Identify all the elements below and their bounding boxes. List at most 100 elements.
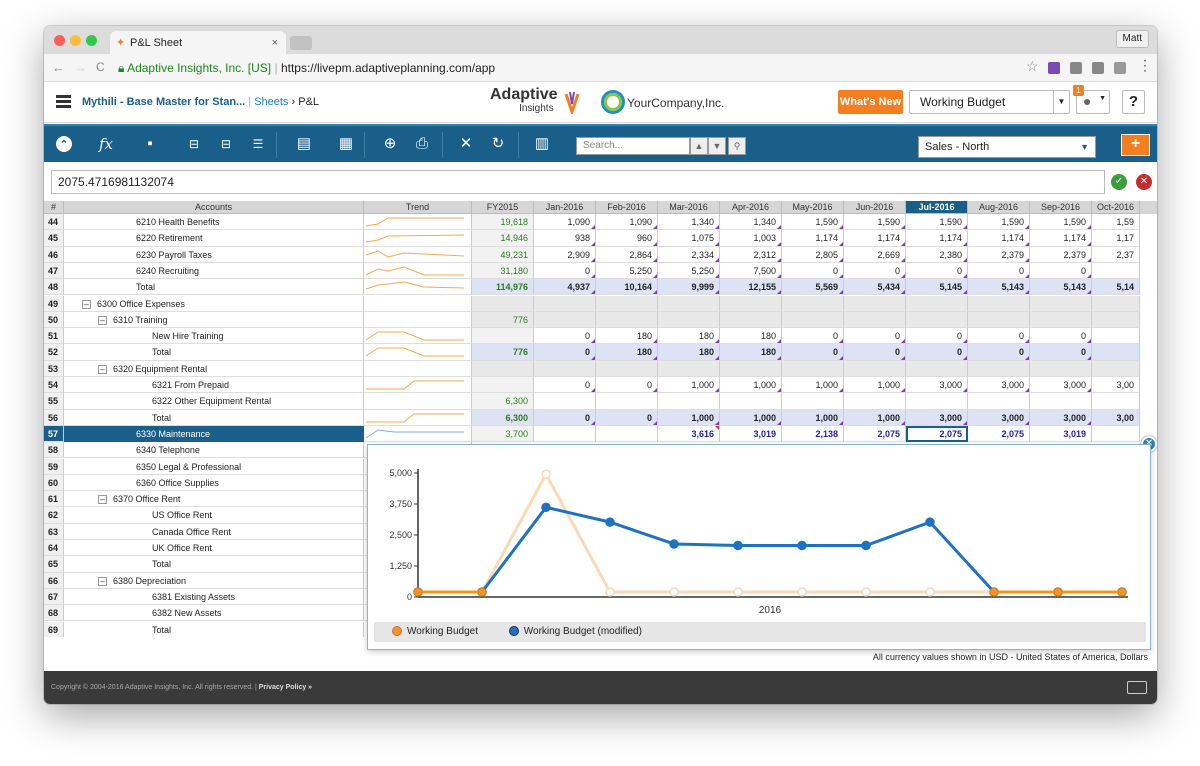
month-cell[interactable]: 1,090 [534,214,596,231]
close-icon[interactable]: ✕ [450,126,482,164]
month-cell[interactable]: 2,669 [844,246,906,263]
whats-new-button[interactable]: What's New [838,90,903,114]
fy2015-cell[interactable]: 776 [472,344,534,361]
month-cell[interactable]: 2,075 [906,425,968,443]
trend-cell[interactable] [364,230,472,247]
column-header[interactable]: Trend [364,201,472,214]
month-cell[interactable] [534,311,596,329]
search-icon[interactable]: ⚲ [728,137,746,155]
month-cell[interactable] [658,311,720,329]
account-cell[interactable]: 6382 New Assets [64,605,364,622]
month-cell[interactable]: 2,379 [968,246,1030,263]
month-cell[interactable]: 1,174 [906,230,968,247]
month-cell[interactable]: 180 [596,328,658,345]
legend-item-working-budget[interactable]: Working Budget [392,626,478,637]
account-cell[interactable]: Total [64,344,364,361]
month-cell[interactable]: 2,805 [782,246,844,263]
month-cell[interactable] [844,360,906,377]
search-input[interactable]: Search... [576,137,690,155]
formula-input[interactable]: 2075.4716981132074 [51,170,1105,194]
month-cell[interactable]: 1,340 [658,214,720,231]
month-cell[interactable]: 0 [1030,328,1092,345]
month-cell[interactable]: 0 [782,344,844,361]
collapse-icon[interactable]: – [98,364,107,374]
month-cell[interactable] [968,295,1030,312]
month-cell[interactable]: 4,937 [534,279,596,296]
minimize-window-icon[interactable] [70,35,81,46]
month-cell[interactable] [968,311,1030,329]
confirm-icon[interactable]: ✓ [1111,174,1127,190]
mail-extension-icon[interactable] [1114,62,1126,74]
month-cell[interactable]: 0 [968,328,1030,345]
month-cell[interactable]: 0 [534,328,596,345]
column-header[interactable]: Jul-2016 [906,201,968,214]
month-cell[interactable] [1092,393,1140,410]
month-cell[interactable] [844,393,906,410]
new-tab-button[interactable] [290,36,312,50]
month-cell[interactable]: 3,019 [1030,425,1092,443]
month-cell[interactable]: 1,59 [1092,214,1140,231]
trend-cell[interactable] [364,311,472,329]
month-cell[interactable]: 1,003 [720,230,782,247]
column-header[interactable]: Aug-2016 [968,201,1030,214]
month-cell[interactable] [844,295,906,312]
fy2015-cell[interactable]: 6,300 [472,409,534,426]
month-cell[interactable]: 5,145 [906,279,968,296]
level-select[interactable]: Sales - North ▼ [918,136,1096,158]
forward-icon[interactable]: → [74,60,87,75]
collapse-icon[interactable]: – [98,315,107,325]
budget-version-select[interactable]: Working Budget ▼ [909,90,1070,114]
month-cell[interactable]: 1,174 [968,230,1030,247]
month-cell[interactable]: 7,500 [720,262,782,280]
month-cell[interactable] [782,360,844,377]
month-cell[interactable]: 1,174 [844,230,906,247]
keyboard-shortcuts-icon[interactable] [1127,681,1147,694]
account-cell[interactable]: 6210 Health Benefits [64,214,364,231]
account-cell[interactable]: Canada Office Rent [64,523,364,540]
month-cell[interactable]: 5,569 [782,279,844,296]
month-cell[interactable]: 3,000 [968,409,1030,426]
month-cell[interactable]: 1,090 [596,214,658,231]
print-icon[interactable]: ⎙ [406,126,438,164]
trend-cell[interactable] [364,328,472,345]
breadcrumb-model[interactable]: Mythili - Base Master for Stan... [82,96,245,108]
month-cell[interactable]: 0 [534,262,596,280]
month-cell[interactable] [1092,311,1140,329]
trend-cell[interactable] [364,360,472,377]
month-cell[interactable]: 3,000 [1030,377,1092,394]
fy2015-cell[interactable] [472,328,534,345]
account-cell[interactable]: 6230 Payroll Taxes [64,246,364,263]
month-cell[interactable]: 3,000 [1030,409,1092,426]
account-cell[interactable]: 6220 Retirement [64,230,364,247]
month-cell[interactable]: 0 [1030,262,1092,280]
month-cell[interactable]: 0 [906,262,968,280]
month-cell[interactable] [1030,393,1092,410]
column-header[interactable]: Oct-2016 [1092,201,1140,214]
month-cell[interactable] [1030,311,1092,329]
column-header[interactable]: FY2015 [472,201,534,214]
trend-cell[interactable] [364,295,472,312]
column-header[interactable]: Feb-2016 [596,201,658,214]
account-cell[interactable]: 6321 From Prepaid [64,377,364,394]
month-cell[interactable] [906,311,968,329]
month-cell[interactable]: 5,14 [1092,279,1140,296]
month-cell[interactable]: 0 [844,344,906,361]
column-header[interactable]: Jun-2016 [844,201,906,214]
collapse-icon[interactable]: – [82,299,91,309]
month-cell[interactable]: 2,379 [1030,246,1092,263]
month-cell[interactable] [844,311,906,329]
hamburger-menu-icon[interactable] [56,95,71,108]
month-cell[interactable]: 0 [968,262,1030,280]
fy2015-cell[interactable] [472,377,534,394]
month-cell[interactable]: 5,250 [596,262,658,280]
close-window-icon[interactable] [54,35,65,46]
collapse-header-button[interactable]: ⌃ [48,126,80,164]
user-menu-button[interactable]: 1 ● ▼ [1073,85,1110,114]
browser-menu-icon[interactable]: ⋮ [1138,57,1152,74]
month-cell[interactable] [596,393,658,410]
trend-cell[interactable] [364,262,472,280]
month-cell[interactable]: 0 [782,328,844,345]
month-cell[interactable] [906,393,968,410]
month-cell[interactable] [534,425,596,443]
month-cell[interactable]: 1,000 [782,409,844,426]
